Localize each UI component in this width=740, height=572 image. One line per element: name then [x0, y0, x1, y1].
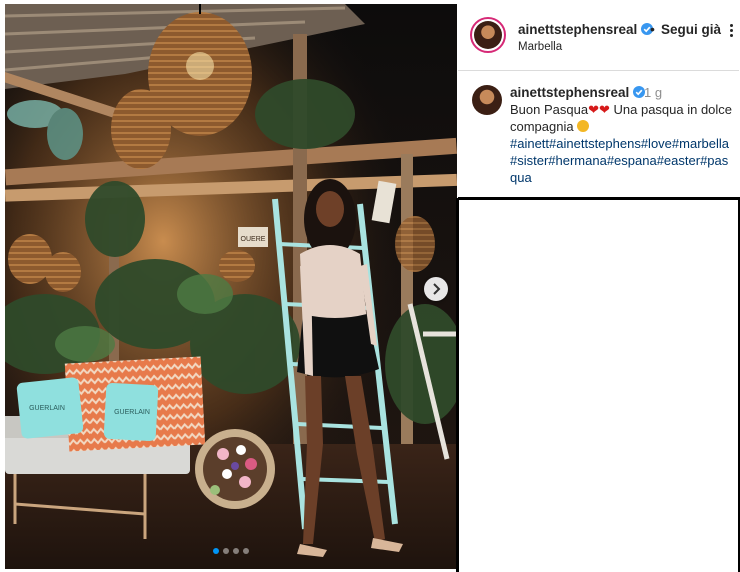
carousel-indicator	[213, 548, 249, 556]
red-heart-emoji: ❤	[588, 102, 599, 117]
carousel-dot	[223, 548, 229, 554]
carousel-dot	[233, 548, 239, 554]
more-options-icon[interactable]	[728, 24, 736, 38]
hashtags[interactable]: #ainett#ainettstephens#love#marbella#sis…	[510, 136, 729, 185]
header-username[interactable]: ainettstephensreal	[518, 22, 654, 37]
post-header: ainettstephensreal • Segui già Marbella	[458, 4, 739, 71]
divider-vertical	[456, 198, 459, 572]
separator-dot: •	[650, 21, 655, 37]
cushion-brand-2: GUERLAIN	[114, 409, 150, 416]
post-photo[interactable]: OUERE GUERLAIN GUERLAIN	[5, 4, 457, 569]
caption-section: ainettstephensreal 1 g Buon Pasqua❤❤ Una…	[458, 71, 739, 197]
chevron-right-icon	[433, 283, 441, 295]
post-time[interactable]: 1 g	[644, 85, 662, 100]
location-link[interactable]: Marbella	[518, 41, 562, 53]
carousel-dot-active	[213, 548, 219, 554]
photo-illustration: OUERE GUERLAIN GUERLAIN	[5, 4, 457, 569]
caption-text: Buon Pasqua❤❤ Una pasqua in dolce compag…	[510, 102, 733, 185]
cushion-brand-1: GUERLAIN	[29, 405, 65, 412]
red-heart-emoji: ❤	[598, 102, 610, 117]
carousel-dot	[243, 548, 249, 554]
divider-horizontal	[458, 197, 740, 200]
sign-text: OUERE	[241, 236, 266, 243]
carousel-next-button[interactable]	[424, 277, 448, 301]
smiling-hearts-emoji	[577, 120, 590, 132]
caption-username[interactable]: ainettstephensreal	[510, 85, 646, 100]
post-panel: ainettstephensreal • Segui già Marbella …	[458, 4, 739, 197]
following-button[interactable]: Segui già	[661, 22, 721, 37]
caption-avatar[interactable]	[472, 85, 502, 115]
header-avatar[interactable]	[470, 17, 506, 53]
